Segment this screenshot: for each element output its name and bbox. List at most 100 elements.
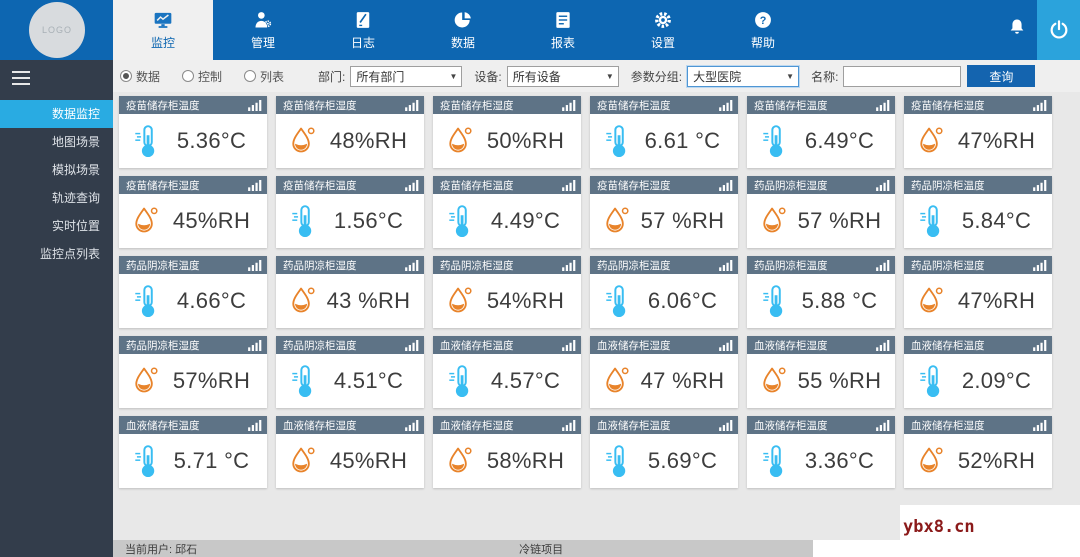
sensor-card[interactable]: 血液储存柜湿度 xyxy=(433,416,581,488)
sensor-card[interactable]: 疫苗储存柜湿度 xyxy=(904,96,1052,168)
sensor-card-header: 疫苗储存柜温度 xyxy=(276,176,424,194)
menu-toggle-icon[interactable] xyxy=(12,71,30,85)
project-label: 冷链项目 xyxy=(519,543,564,556)
department-select[interactable]: 所有部门 ▼ xyxy=(350,65,463,87)
sensor-card[interactable]: 药品阴凉柜温度 xyxy=(747,256,895,328)
power-logout-button[interactable] xyxy=(1037,0,1080,60)
sensor-value: 58%RH xyxy=(486,448,565,473)
chevron-down-icon: ▼ xyxy=(449,71,458,81)
sensor-card[interactable]: 血液储存柜湿度 xyxy=(904,416,1052,488)
nav-tab[interactable]: 报表 xyxy=(513,0,613,60)
signal-bars-icon xyxy=(719,419,733,431)
sensor-card-body: 6.49°C xyxy=(747,114,895,168)
sensor-value: 57 %RH xyxy=(640,208,725,233)
chevron-down-icon: ▼ xyxy=(786,71,795,81)
sensor-card-header: 药品阴凉柜湿度 xyxy=(433,256,581,274)
signal-bars-icon xyxy=(405,99,419,111)
humidity-drop-icon xyxy=(449,127,472,153)
sensor-card[interactable]: 药品阴凉柜湿度 xyxy=(119,336,267,408)
sensor-card[interactable]: 疫苗储存柜温度 xyxy=(276,176,424,248)
sidebar-item[interactable]: 模拟场景 xyxy=(0,156,113,184)
thermometer-icon xyxy=(920,205,940,238)
nav-tabs: 监控 管理 日志 数据 报表 设置 ? 帮助 xyxy=(113,0,813,60)
gear-icon xyxy=(655,12,671,28)
signal-bars-icon xyxy=(405,179,419,191)
signal-bars-icon xyxy=(405,419,419,431)
sensor-card[interactable]: 疫苗储存柜湿度 xyxy=(433,96,581,168)
sensor-card[interactable]: 药品阴凉柜湿度 xyxy=(276,256,424,328)
sensor-card[interactable]: 药品阴凉柜温度 xyxy=(276,336,424,408)
sensor-card[interactable]: 疫苗储存柜温度 xyxy=(119,96,267,168)
sidebar-item[interactable]: 监控点列表 xyxy=(0,240,113,268)
signal-bars-icon xyxy=(1033,179,1047,191)
sensor-card[interactable]: 疫苗储存柜温度 xyxy=(433,176,581,248)
device-select[interactable]: 所有设备 ▼ xyxy=(506,65,619,87)
radio-dot-icon xyxy=(182,70,195,82)
sensor-card-body: 47%RH xyxy=(904,274,1052,328)
nav-tab[interactable]: 设置 xyxy=(613,0,713,60)
sensor-value: 47%RH xyxy=(957,288,1036,313)
nav-tab[interactable]: 数据 xyxy=(413,0,513,60)
sensor-card[interactable]: 血液储存柜温度 xyxy=(590,416,738,488)
monitor-chart-icon xyxy=(154,12,172,28)
sensor-card[interactable]: 血液储存柜温度 xyxy=(119,416,267,488)
sensor-value: 43 %RH xyxy=(326,288,411,313)
sidebar-item[interactable]: 地图场景 xyxy=(0,128,113,156)
sidebar-item[interactable]: 轨迹查询 xyxy=(0,184,113,212)
sensor-card[interactable]: 药品阴凉柜温度 xyxy=(119,256,267,328)
view-mode-radio[interactable]: 控制 xyxy=(182,68,222,85)
sensor-card-title: 疫苗储存柜温度 xyxy=(440,179,514,192)
signal-bars-icon xyxy=(719,179,733,191)
sensor-card-header: 血液储存柜湿度 xyxy=(747,336,895,354)
sensor-card[interactable]: 疫苗储存柜湿度 xyxy=(276,96,424,168)
sensor-card-grid: 疫苗储存柜温度 5.36°C 疫苗储存柜湿度 48%RH 疫苗储存柜湿度 50%… xyxy=(119,96,1052,488)
humidity-drop-icon xyxy=(920,127,943,153)
sidebar-menu: 数据监控 地图场景 模拟场景 轨迹查询 实时位置 监控点列表 xyxy=(0,100,113,268)
sensor-card[interactable]: 药品阴凉柜湿度 xyxy=(747,176,895,248)
sensor-card[interactable]: 疫苗储存柜温度 xyxy=(747,96,895,168)
sensor-card[interactable]: 血液储存柜温度 xyxy=(747,416,895,488)
sensor-card[interactable]: 血液储存柜湿度 xyxy=(276,416,424,488)
sensor-card[interactable]: 血液储存柜湿度 xyxy=(747,336,895,408)
sensor-card-title: 药品阴凉柜温度 xyxy=(754,259,828,272)
sensor-card-body: 1.56°C xyxy=(276,194,424,248)
notifications-bell-icon[interactable] xyxy=(1007,17,1027,42)
sensor-card-title: 疫苗储存柜湿度 xyxy=(911,99,985,112)
sensor-card[interactable]: 药品阴凉柜温度 xyxy=(904,176,1052,248)
user-gear-icon xyxy=(255,12,272,28)
sidebar-item-label: 实时位置 xyxy=(51,219,100,233)
sensor-card[interactable]: 疫苗储存柜温度 xyxy=(590,96,738,168)
name-input[interactable] xyxy=(843,65,962,87)
sidebar-item[interactable]: 实时位置 xyxy=(0,212,113,240)
sensor-card-body: 5.84°C xyxy=(904,194,1052,248)
signal-bars-icon xyxy=(719,259,733,271)
sensor-card-title: 血液储存柜温度 xyxy=(126,419,200,432)
humidity-drop-icon xyxy=(920,287,943,313)
view-mode-radio[interactable]: 数据 xyxy=(120,68,160,85)
sensor-card[interactable]: 疫苗储存柜湿度 xyxy=(590,176,738,248)
sensor-card[interactable]: 血液储存柜湿度 xyxy=(590,336,738,408)
sensor-card-title: 药品阴凉柜湿度 xyxy=(754,179,828,192)
sensor-card-header: 疫苗储存柜湿度 xyxy=(590,176,738,194)
sidebar-item[interactable]: 数据监控 xyxy=(0,100,113,128)
sensor-card-header: 药品阴凉柜温度 xyxy=(747,256,895,274)
param-group-select[interactable]: 大型医院 ▼ xyxy=(687,65,800,87)
signal-bars-icon xyxy=(248,179,262,191)
sensor-card[interactable]: 血液储存柜温度 xyxy=(433,336,581,408)
view-mode-radio[interactable]: 列表 xyxy=(244,68,284,85)
logo-text: LOGO xyxy=(41,25,72,35)
nav-tab[interactable]: ? 帮助 xyxy=(713,0,813,60)
search-button[interactable]: 查询 xyxy=(967,65,1036,87)
sensor-card[interactable]: 药品阴凉柜湿度 xyxy=(904,256,1052,328)
sensor-card[interactable]: 药品阴凉柜温度 xyxy=(590,256,738,328)
sensor-value: 2.09°C xyxy=(961,368,1032,393)
nav-tab[interactable]: 日志 xyxy=(313,0,413,60)
nav-tab[interactable]: 管理 xyxy=(213,0,313,60)
humidity-drop-icon xyxy=(292,287,315,313)
sensor-card[interactable]: 药品阴凉柜湿度 xyxy=(433,256,581,328)
sensor-card-title: 药品阴凉柜温度 xyxy=(283,339,357,352)
sensor-card[interactable]: 疫苗储存柜湿度 xyxy=(119,176,267,248)
nav-tab[interactable]: 监控 xyxy=(113,0,213,60)
sensor-card[interactable]: 血液储存柜温度 xyxy=(904,336,1052,408)
sidebar: 数据监控 地图场景 模拟场景 轨迹查询 实时位置 监控点列表 xyxy=(0,60,113,557)
